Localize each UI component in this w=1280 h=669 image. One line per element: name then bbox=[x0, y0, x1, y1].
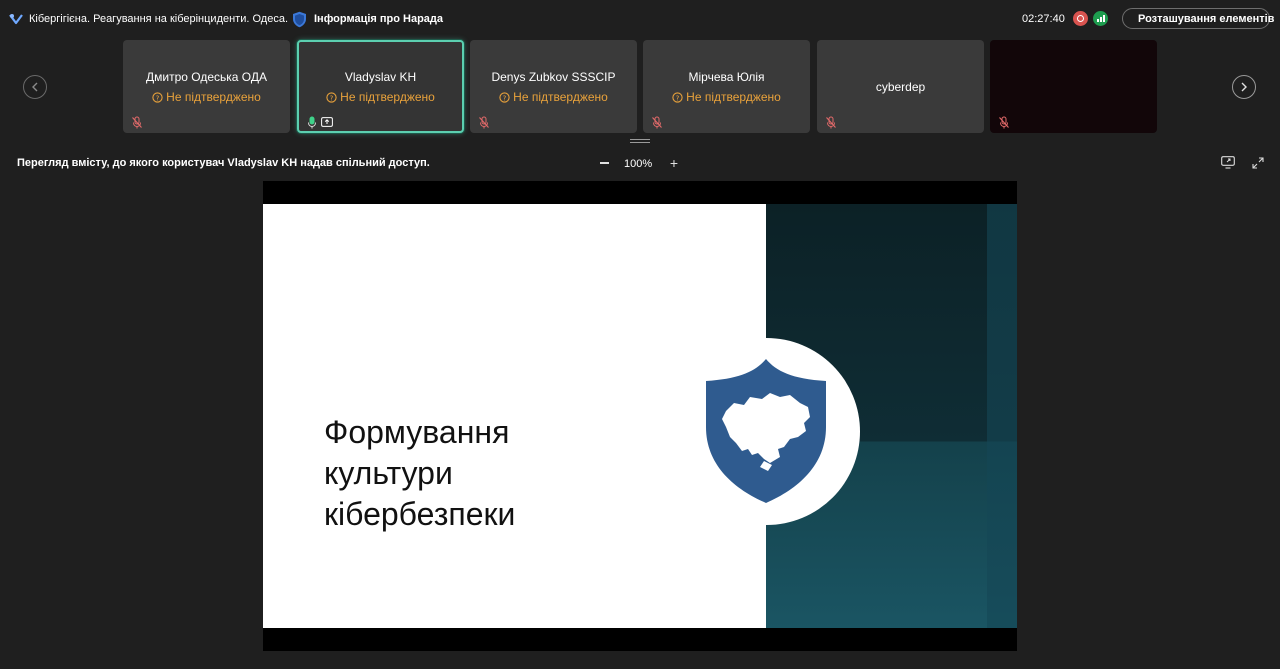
participant-status-text: Не підтверджено bbox=[686, 90, 781, 104]
mic-off-icon bbox=[479, 116, 489, 129]
warning-circle-icon: ? bbox=[672, 91, 683, 103]
warning-circle-icon: ? bbox=[152, 91, 163, 103]
participant-status-text: Не підтверджено bbox=[513, 90, 608, 104]
svg-text:?: ? bbox=[503, 94, 507, 102]
svg-text:?: ? bbox=[676, 94, 680, 102]
svg-text:?: ? bbox=[330, 94, 334, 102]
participant-name: Vladyslav KH bbox=[344, 70, 417, 84]
meeting-timer: 02:27:40 bbox=[1022, 13, 1065, 25]
slide-title: Формування культури кібербезпеки bbox=[324, 412, 515, 535]
slide-title-line: Формування bbox=[324, 414, 510, 450]
screen-share-icon bbox=[321, 117, 333, 127]
title-bar: Кібергігієна. Реагування на кіберінциден… bbox=[0, 0, 1280, 38]
slide-title-line: кібербезпеки bbox=[324, 496, 516, 532]
chevron-left-icon bbox=[32, 82, 38, 92]
chevron-right-icon bbox=[1241, 82, 1247, 92]
mic-off-icon bbox=[652, 116, 662, 129]
participant-status-text: Не підтверджено bbox=[340, 90, 435, 104]
participant-status: ? Не підтверджено bbox=[643, 90, 810, 104]
participant-tile[interactable]: Дмитро Одеська ОДА ? Не підтверджено bbox=[123, 40, 290, 133]
layout-button[interactable]: Розташування елементів bbox=[1122, 8, 1274, 29]
mic-on-icon bbox=[308, 116, 316, 129]
network-quality-icon bbox=[1093, 11, 1108, 26]
meeting-info-label: Інформація про Нарада bbox=[314, 13, 444, 25]
participant-tile[interactable]: cyberdep bbox=[817, 40, 984, 133]
meeting-title: Кібергігієна. Реагування на кіберінциден… bbox=[9, 11, 288, 27]
svg-text:?: ? bbox=[156, 94, 160, 102]
previous-participants-button[interactable] bbox=[23, 75, 47, 99]
teams-meeting-window: Кібергігієна. Реагування на кіберінциден… bbox=[0, 0, 1280, 669]
teams-logo-icon bbox=[9, 14, 23, 25]
next-participants-button[interactable] bbox=[1232, 75, 1256, 99]
record-icon bbox=[1073, 11, 1088, 26]
warning-circle-icon: ? bbox=[326, 91, 337, 103]
participant-status: ? Не підтверджено bbox=[299, 90, 462, 104]
warning-circle-icon: ? bbox=[499, 91, 510, 103]
participant-status: ? Не підтверджено bbox=[123, 90, 290, 104]
shared-content-caption: Перегляд вмісту, до якого користувач Vla… bbox=[17, 157, 430, 169]
participant-name: cyberdep bbox=[875, 80, 926, 94]
participant-tile-active[interactable]: Vladyslav KH ? Не підтверджено bbox=[297, 40, 464, 133]
pop-out-icon[interactable] bbox=[1221, 156, 1235, 169]
participant-status: ? Не підтверджено bbox=[470, 90, 637, 104]
shared-screen: Формування культури кібербезпеки bbox=[263, 181, 1017, 651]
fullscreen-icon[interactable] bbox=[1252, 157, 1264, 169]
participant-tile[interactable]: Denys Zubkov SSSCIP ? Не підтверджено bbox=[470, 40, 637, 133]
zoom-in-button[interactable]: + bbox=[667, 155, 681, 171]
participant-status-text: Не підтверджено bbox=[166, 90, 261, 104]
zoom-out-button[interactable] bbox=[597, 155, 611, 171]
zoom-level: 100% bbox=[624, 158, 653, 170]
mic-off-icon bbox=[826, 116, 836, 129]
slide-title-line: культури bbox=[324, 455, 453, 491]
meeting-info-button[interactable]: Інформація про Нарада bbox=[292, 10, 443, 28]
mic-off-icon bbox=[132, 116, 142, 129]
mic-off-icon bbox=[999, 116, 1009, 129]
participant-tile[interactable]: Мірчева Юлія ? Не підтверджено bbox=[643, 40, 810, 133]
participant-name: Дмитро Одеська ОДА bbox=[146, 70, 267, 84]
shield-info-icon bbox=[293, 11, 306, 27]
participant-tile-video[interactable] bbox=[990, 40, 1157, 133]
participant-name: Мірчева Юлія bbox=[688, 70, 765, 84]
layout-button-label: Розташування елементів bbox=[1138, 12, 1275, 25]
meeting-title-text: Кібергігієна. Реагування на кіберінциден… bbox=[29, 13, 289, 25]
ukraine-shield-icon bbox=[706, 359, 826, 503]
resize-handle[interactable] bbox=[630, 139, 650, 144]
participant-name: Denys Zubkov SSSCIP bbox=[491, 70, 616, 84]
